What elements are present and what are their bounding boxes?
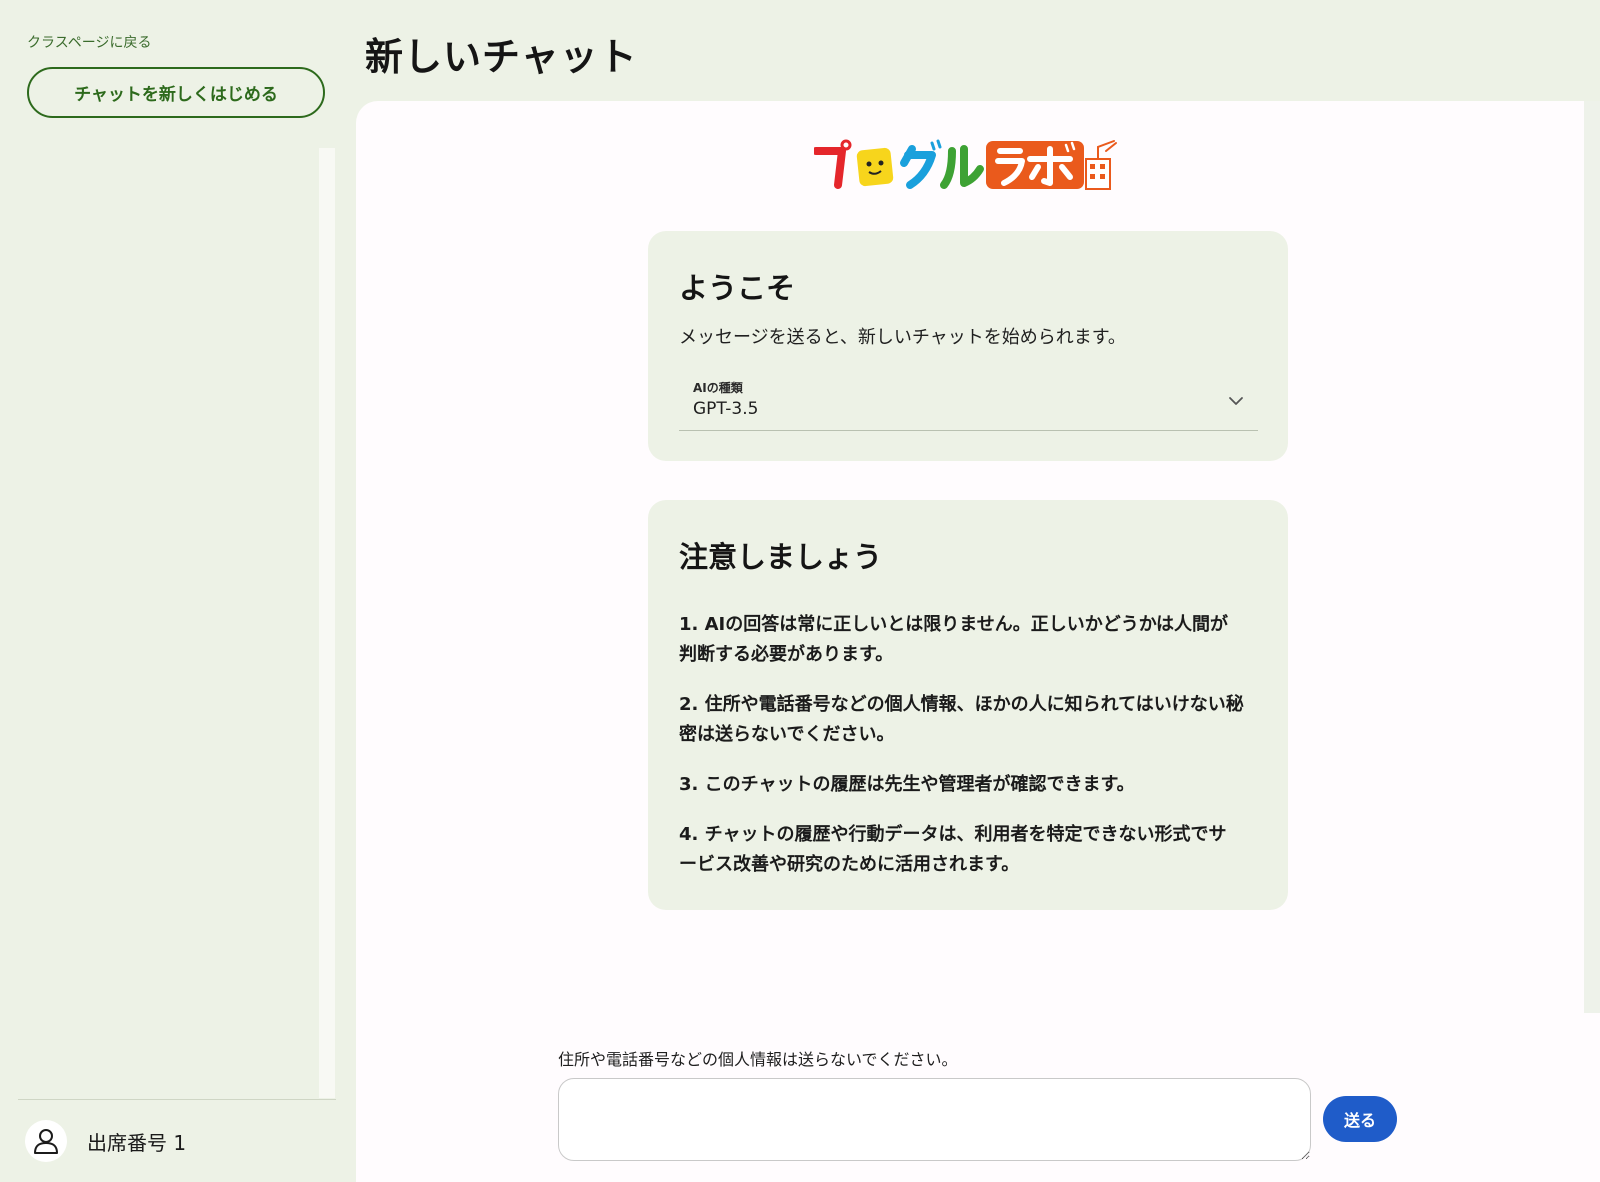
welcome-card: ようこそ メッセージを送ると、新しいチャットを始められます。 AIの種類 GPT… [648, 231, 1288, 461]
ai-model-select-label: AIの種類 [693, 381, 743, 395]
ai-model-select[interactable]: AIの種類 GPT-3.5 [679, 379, 1258, 431]
welcome-text: メッセージを送ると、新しいチャットを始められます。 [679, 327, 1126, 348]
new-chat-button[interactable]: チャットを新しくはじめる [27, 67, 325, 118]
main-scrollbar[interactable] [1584, 101, 1600, 1013]
caution-item: 2. 住所や電話番号などの個人情報、ほかの人に知られてはいけない秘密は送らないで… [679, 694, 1244, 745]
sidebar: クラスページに戻る チャットを新しくはじめる 出席番号 1 [0, 0, 350, 1182]
caution-item: 3. このチャットの履歴は先生や管理者が確認できます。 [679, 774, 1135, 795]
proguru-labo-logo [812, 137, 1120, 193]
message-input[interactable] [558, 1078, 1311, 1161]
logo-graphic [812, 139, 1117, 190]
caution-item: 4. チャットの履歴や行動データは、利用者を特定できない形式でサービス改善や研究… [679, 824, 1227, 875]
input-hint: 住所や電話番号などの個人情報は送らないでください。 [558, 1050, 958, 1069]
send-button[interactable]: 送る [1323, 1096, 1397, 1142]
sidebar-divider [18, 1099, 336, 1100]
user-name: 出席番号 1 [87, 1130, 187, 1155]
caution-list: 1. AIの回答は常に正しいとは限りません。正しいかどうかは人間が判断する必要が… [679, 610, 1244, 900]
caution-title: 注意しましょう [679, 540, 883, 574]
user-profile[interactable]: 出席番号 1 [25, 1120, 186, 1162]
caution-card: 注意しましょう 1. AIの回答は常に正しいとは限りません。正しいかどうかは人間… [648, 500, 1288, 910]
chevron-down-icon [1229, 397, 1243, 405]
sidebar-scrollbar[interactable] [319, 148, 335, 1098]
welcome-title: ようこそ [679, 271, 796, 305]
avatar [25, 1120, 67, 1162]
chat-history-list [18, 148, 318, 1098]
ai-model-select-value: GPT-3.5 [693, 399, 759, 419]
back-to-class-link[interactable]: クラスページに戻る [27, 32, 151, 52]
page-title: 新しいチャット [365, 35, 638, 79]
caution-item: 1. AIの回答は常に正しいとは限りません。正しいかどうかは人間が判断する必要が… [679, 614, 1228, 665]
user-icon [34, 1129, 58, 1154]
